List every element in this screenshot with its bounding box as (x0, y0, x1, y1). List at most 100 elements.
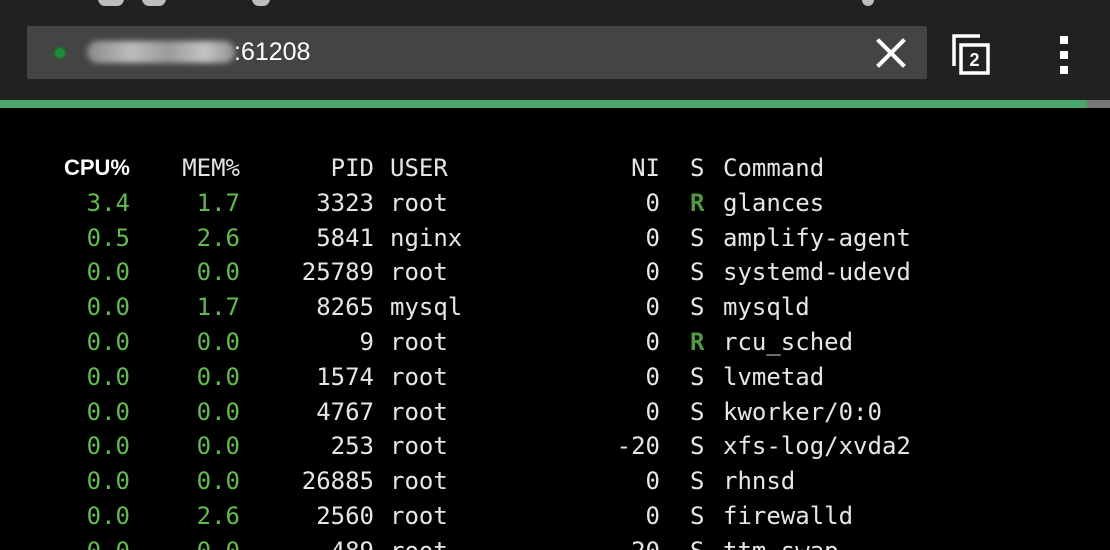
table-row: 0.0 0.0 489 root 20 S ttm_swap (0, 534, 1110, 550)
mem-value: 0.0 (196, 328, 240, 356)
browser-window: :61208 2 CPU% MEM% PID USER NI S Command… (0, 0, 1110, 550)
command-value: kworker/0:0 (723, 397, 882, 426)
pid-value: 2560 (316, 502, 374, 530)
ni-value: 0 (645, 223, 660, 252)
pid-value: 489 (270, 534, 374, 550)
column-header-cpu[interactable]: CPU% (40, 151, 130, 186)
mem-value: 1.7 (196, 293, 240, 322)
ni-value: 0 (645, 188, 660, 217)
cpu-value: 0.0 (86, 467, 130, 496)
cpu-value: 0.5 (86, 223, 130, 252)
table-row: 3.4 1.7 3323 root 0 R glances (0, 186, 1110, 221)
user-value: root (390, 362, 448, 391)
table-row: 0.0 0.0 253 root -20 S xfs-log/xvda2 (0, 429, 1110, 464)
cpu-value: 0.0 (86, 362, 130, 391)
command-value: lvmetad (723, 362, 825, 391)
state-value: R (690, 188, 705, 217)
command-value: firewalld (723, 502, 854, 530)
pid-value: 8265 (316, 293, 374, 322)
redacted-host (87, 41, 235, 63)
pid-value: 9 (359, 328, 374, 356)
tab-switcher-button[interactable]: 2 (950, 32, 994, 78)
command-value: amplify-agent (723, 223, 911, 252)
user-value: nginx (390, 223, 463, 252)
ni-value: 0 (645, 293, 660, 322)
glances-process-table: CPU% MEM% PID USER NI S Command 3.4 1.7 … (0, 108, 1110, 550)
status-icon (862, 0, 874, 6)
user-value: root (390, 432, 448, 461)
pid-value: 5841 (316, 223, 374, 252)
state-value: S (690, 467, 705, 496)
tab-count: 2 (969, 50, 980, 70)
column-header-mem[interactable]: MEM% (150, 151, 240, 186)
command-value: rhnsd (723, 467, 796, 496)
mem-value: 2.6 (196, 223, 240, 252)
command-value: systemd-udevd (723, 258, 911, 287)
state-value: S (690, 223, 705, 252)
ni-value: 0 (645, 258, 660, 287)
mem-value: 0.0 (196, 397, 240, 426)
user-value: mysql (390, 293, 463, 322)
user-value: root (390, 258, 448, 287)
clear-url-button[interactable] (873, 35, 909, 71)
table-row: 0.0 2.6 2560 root 0 S firewalld (0, 499, 1110, 534)
command-value: rcu_sched (723, 328, 854, 356)
column-header-ni[interactable]: NI (580, 151, 660, 186)
state-value: S (690, 502, 705, 530)
state-value: S (690, 362, 705, 391)
pid-value: 26885 (301, 467, 374, 496)
user-value: root (390, 534, 590, 550)
ni-value: 0 (645, 397, 660, 426)
page-load-progress (0, 100, 1110, 108)
status-bar (0, 0, 1110, 10)
ni-value: -20 (616, 432, 660, 461)
pid-value: 4767 (316, 397, 374, 426)
command-value: ttm_swap (723, 534, 1103, 550)
secure-connection-icon (55, 48, 65, 58)
close-icon (876, 38, 906, 68)
table-row: 0.0 0.0 1574 root 0 S lvmetad (0, 360, 1110, 395)
mem-value: 0.0 (196, 432, 240, 461)
user-value: root (390, 467, 448, 496)
table-row: 0.0 0.0 26885 root 0 S rhnsd (0, 464, 1110, 499)
cpu-value: 0.0 (86, 432, 130, 461)
column-header-command[interactable]: Command (723, 151, 1103, 186)
mem-value: 2.6 (196, 502, 240, 530)
cpu-value: 0.0 (86, 502, 130, 530)
user-value: root (390, 188, 448, 217)
ni-value: 0 (645, 502, 660, 530)
mem-value: 0.0 (196, 362, 240, 391)
command-value: mysqld (723, 293, 810, 322)
overflow-menu-button[interactable] (1052, 34, 1076, 76)
state-value: S (690, 534, 710, 550)
column-header-pid[interactable]: PID (270, 151, 374, 186)
state-value: R (690, 328, 705, 356)
cpu-value: 0.0 (86, 328, 130, 356)
column-header-state[interactable]: S (690, 151, 710, 186)
ni-value: 0 (645, 362, 660, 391)
status-icon (98, 0, 124, 6)
cpu-value: 0.0 (40, 534, 130, 550)
more-vertical-icon (1060, 36, 1068, 74)
column-header-user[interactable]: USER (390, 151, 590, 186)
user-value: root (390, 502, 448, 530)
browser-toolbar: :61208 2 (0, 10, 1110, 100)
address-bar[interactable]: :61208 (27, 26, 927, 79)
command-value: xfs-log/xvda2 (723, 432, 911, 461)
state-value: S (690, 293, 705, 322)
cpu-value: 3.4 (86, 188, 130, 217)
url-text: :61208 (234, 38, 311, 66)
mem-value: 0.0 (196, 467, 240, 496)
table-row: 0.0 0.0 4767 root 0 S kworker/0:0 (0, 395, 1110, 430)
table-row: 0.0 1.7 8265 mysql 0 S mysqld (0, 290, 1110, 325)
state-value: S (690, 397, 705, 426)
mem-value: 0.0 (150, 534, 240, 550)
pid-value: 253 (330, 432, 374, 461)
cpu-value: 0.0 (86, 397, 130, 426)
user-value: root (390, 328, 448, 356)
state-value: S (690, 432, 705, 461)
ni-value: 20 (580, 534, 660, 550)
table-row: 0.0 0.0 25789 root 0 S systemd-udevd (0, 255, 1110, 290)
status-icon (252, 0, 270, 6)
mem-value: 1.7 (196, 188, 240, 217)
